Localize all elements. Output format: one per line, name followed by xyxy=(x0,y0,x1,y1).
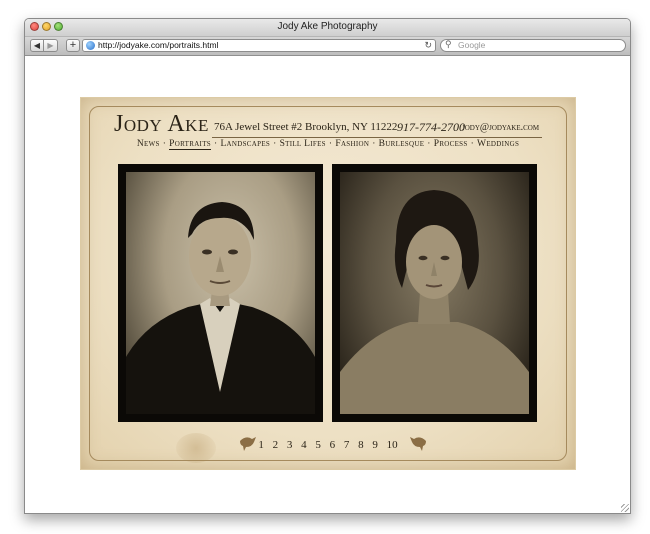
tintype-plate xyxy=(126,172,315,414)
pagination: 1 2 3 4 5 6 7 8 9 10 xyxy=(81,439,575,451)
search-icon: ⚲ xyxy=(445,39,452,49)
nav-item-weddings[interactable]: Weddings xyxy=(477,139,519,149)
page-link[interactable]: 6 xyxy=(330,439,336,451)
nav-separator: · xyxy=(213,139,218,149)
page-link[interactable]: 5 xyxy=(315,439,321,451)
tintype-plate xyxy=(340,172,529,414)
main-navigation: News · Portraits · Landscapes · Still Lifes · Fa… xyxy=(81,139,575,150)
search-field[interactable]: ⚲ Google xyxy=(440,39,626,52)
nav-item-portraits[interactable]: Portraits xyxy=(169,139,211,150)
page-link[interactable]: 2 xyxy=(273,439,279,451)
studio-address: 76A Jewel Street #2 Brooklyn, NY 11222 xyxy=(214,121,398,133)
title-bar: Jody Ake Photography xyxy=(25,19,630,37)
brand-logo[interactable]: Jody Ake xyxy=(114,111,209,138)
nav-separator: · xyxy=(470,139,475,149)
studio-email-link[interactable]: jody@jodyake.com xyxy=(462,122,539,133)
nav-separator: · xyxy=(427,139,431,149)
header-rule xyxy=(212,137,542,138)
nav-separator: · xyxy=(372,139,376,149)
page-link[interactable]: 1 xyxy=(258,439,264,451)
url-text: http://jodyake.com/portraits.html xyxy=(98,40,219,50)
nav-separator: · xyxy=(162,139,167,149)
page-link[interactable]: 7 xyxy=(344,439,350,451)
search-placeholder: Google xyxy=(458,40,486,50)
nav-separator: · xyxy=(273,139,277,149)
portrait-photo-woman[interactable] xyxy=(332,164,537,422)
browser-toolbar: ◀ ▶ + http://jodyake.com/portraits.html … xyxy=(25,37,630,56)
address-bar[interactable]: http://jodyake.com/portraits.html ↻ xyxy=(82,39,436,52)
nav-item-landscapes[interactable]: Landscapes xyxy=(220,139,270,149)
nav-separator: · xyxy=(328,139,333,149)
portrait-woman-illustration xyxy=(340,190,529,414)
page-link[interactable]: 3 xyxy=(287,439,293,451)
nav-item-news[interactable]: News xyxy=(137,139,160,149)
portrait-man-illustration xyxy=(126,202,315,414)
nav-item-process[interactable]: Process xyxy=(434,139,468,149)
reload-icon[interactable]: ↻ xyxy=(424,40,432,51)
portrait-photo-man[interactable] xyxy=(118,164,323,422)
studio-phone: 917-774-2700 xyxy=(397,120,465,134)
back-button[interactable]: ◀ xyxy=(30,39,44,52)
page-link[interactable]: 4 xyxy=(301,439,307,451)
resize-grip-icon[interactable] xyxy=(621,504,629,512)
add-bookmark-button[interactable]: + xyxy=(66,39,80,52)
page-link[interactable]: 9 xyxy=(372,439,378,451)
nav-item-burlesque[interactable]: Burlesque xyxy=(379,139,425,149)
browser-window: Jody Ake Photography ◀ ▶ + http://jodyak… xyxy=(24,18,631,514)
forward-button[interactable]: ▶ xyxy=(44,39,58,52)
window-title: Jody Ake Photography xyxy=(277,21,378,32)
nav-item-fashion[interactable]: Fashion xyxy=(335,139,369,149)
page-link[interactable]: 10 xyxy=(387,439,398,451)
nav-item-still-lifes[interactable]: Still Lifes xyxy=(280,139,326,149)
bird-ornament-right-icon xyxy=(410,437,426,451)
page-content: Jody Ake 76A Jewel Street #2 Brooklyn, N… xyxy=(25,56,630,513)
vintage-card: Jody Ake 76A Jewel Street #2 Brooklyn, N… xyxy=(80,97,576,470)
globe-icon xyxy=(86,41,95,50)
page-link[interactable]: 8 xyxy=(358,439,364,451)
